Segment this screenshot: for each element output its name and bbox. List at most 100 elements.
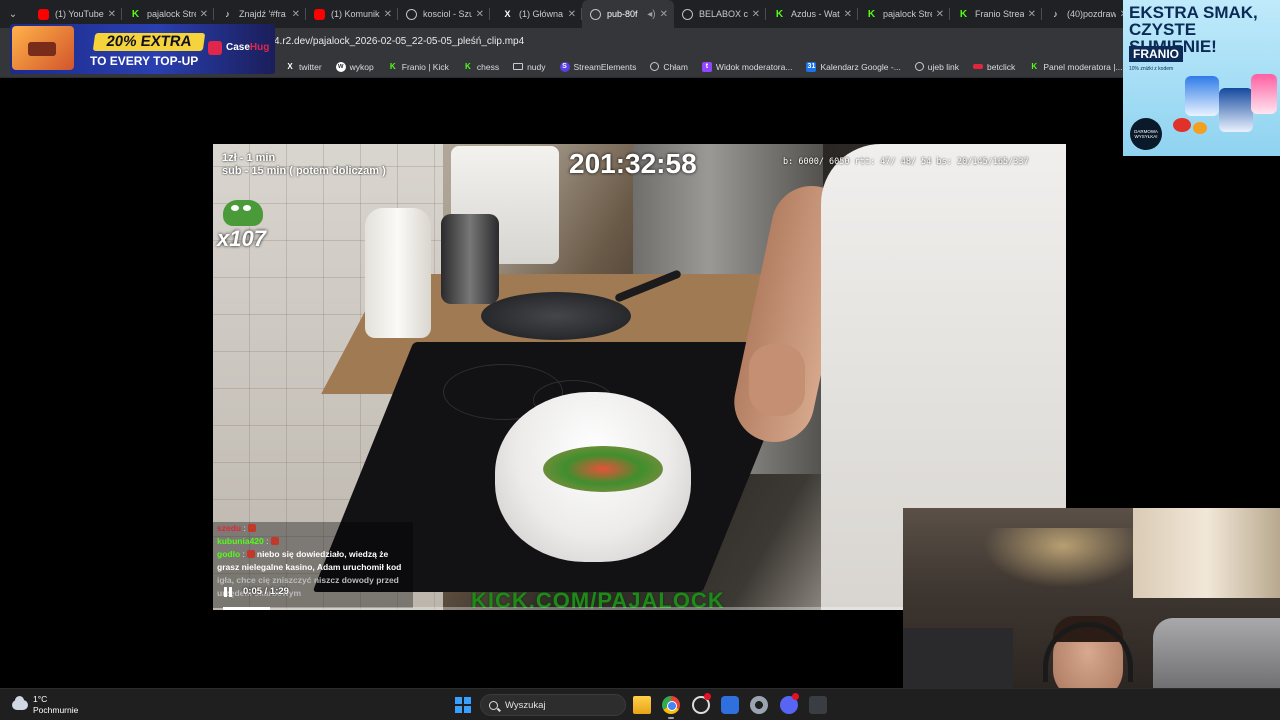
close-tab-icon[interactable]: ✕: [936, 9, 944, 20]
globe-icon: [682, 8, 693, 20]
bookmark-label: wykop: [349, 61, 374, 72]
folder-icon: [513, 63, 524, 70]
subathon-timer: 201:32:58: [569, 148, 697, 179]
casehug-ad-banner[interactable]: 20% EXTRA TO EVERY TOP-UP CaseHug: [10, 24, 275, 74]
chat-emote-icon: [246, 550, 255, 558]
weather-widget[interactable]: 1°C Pochmurnie: [12, 694, 78, 716]
tab-title: pajalock Stre: [147, 9, 196, 19]
tab-audio-icon[interactable]: ◂): [647, 9, 655, 20]
tab-title: (1) Komunik: [331, 9, 380, 19]
bookmark-item[interactable]: Xtwitter: [285, 61, 322, 72]
weather-temp: 1°C: [33, 694, 48, 704]
address-bar-url[interactable]: 4.r2.dev/pajalock_2026-02-05_22-05-05_pl…: [274, 36, 524, 47]
tab-title: BELABOX clo: [699, 9, 748, 19]
room-desk: [903, 628, 1013, 690]
close-tab-icon[interactable]: ✕: [476, 9, 484, 20]
fruit-image: [1173, 118, 1191, 132]
close-tab-icon[interactable]: ✕: [200, 9, 208, 20]
pause-icon[interactable]: [223, 586, 233, 597]
casehug-promo-text: 20% EXTRA: [92, 33, 206, 51]
windows-taskbar: 1°C Pochmurnie Wyszukaj: [0, 688, 1280, 720]
bookmark-item[interactable]: K Franio | Kick: [388, 62, 449, 72]
room-light: [983, 528, 1143, 588]
active-app-indicator: [668, 717, 674, 719]
bookmark-item[interactable]: Chłam: [650, 62, 688, 72]
frying-pan: [481, 292, 631, 340]
close-tab-icon[interactable]: ✕: [844, 9, 852, 20]
casehug-logo-icon: [208, 41, 222, 55]
google-icon: [406, 8, 417, 20]
bookmark-item[interactable]: S StreamElements: [559, 61, 637, 72]
rate-line-2: sub - 15 min ( potem doliczam ): [222, 165, 386, 177]
kick-icon: K: [389, 62, 396, 71]
browser-tab[interactable]: ♪(40)pozdraw✕: [1042, 0, 1134, 28]
taskbar-search[interactable]: Wyszukaj: [480, 694, 626, 716]
browser-tab[interactable]: K Azdus - Wat ✕: [766, 0, 858, 28]
bookmark-item[interactable]: w wykop: [335, 61, 374, 72]
snipping-tool-icon[interactable]: [721, 696, 739, 714]
browser-tab[interactable]: kosciol - Szu ✕: [398, 0, 490, 28]
tab-title: (1) Główna /: [519, 9, 564, 19]
subathon-rate-overlay: 1zł - 1 min sub - 15 min ( potem dolicza…: [222, 152, 386, 178]
bookmark-label: Widok moderatora...: [715, 61, 793, 72]
chat-separator: :: [241, 523, 246, 533]
close-tab-icon[interactable]: ✕: [660, 9, 668, 20]
bookmark-item[interactable]: betclick: [972, 62, 1015, 72]
browser-tab[interactable]: BELABOX clo ✕: [674, 0, 766, 28]
close-tab-icon[interactable]: ✕: [292, 9, 300, 20]
paper-towel-roll: [365, 208, 431, 338]
franio-ad-banner[interactable]: EKSTRA SMAK, CZYSTE SUMIENIE! FRANIO 10%…: [1123, 0, 1280, 156]
bookmark-label: Franio | Kick: [401, 61, 449, 72]
bookmark-item[interactable]: Kchess: [463, 62, 499, 72]
tab-title: (40)pozdraw: [1067, 9, 1116, 19]
kick-icon: K: [1031, 62, 1038, 71]
browser-tab[interactable]: K Franio Strea ✕: [950, 0, 1042, 28]
streamer-hand: [749, 344, 805, 416]
bookmark-label: twitter: [299, 61, 322, 72]
pepe-emote-icon: [223, 200, 263, 226]
bookmark-item[interactable]: nudy: [513, 61, 546, 72]
bookmark-item[interactable]: 31 Kalendarz Google -...: [806, 61, 901, 72]
close-tab-icon[interactable]: ✕: [108, 9, 116, 20]
bookmark-label: nudy: [527, 61, 546, 72]
globe-icon: [650, 62, 660, 71]
search-icon: [489, 700, 498, 710]
youtube-icon: [38, 8, 49, 20]
desktop-screen: ⌄ (1) YouTube ✕ Kpajalock Stre ✕ ♪ Znajdź '#f…: [0, 0, 1280, 720]
settings-gear-icon[interactable]: [750, 696, 768, 714]
browser-tab[interactable]: (1) Komunik ✕: [306, 0, 398, 28]
product-cup-image: [1185, 76, 1219, 116]
bookmark-item[interactable]: ujeb link: [914, 62, 959, 72]
browser-tab[interactable]: X (1) Główna / ✕: [490, 0, 582, 28]
close-tab-icon[interactable]: ✕: [752, 9, 760, 20]
chat-username: szedu: [217, 523, 242, 533]
product-cup-image: [1251, 74, 1277, 114]
twitch-icon: t: [701, 61, 712, 72]
casehug-logo-part1: Case: [226, 42, 250, 53]
bookmark-label: Chłam: [663, 61, 688, 72]
bookmark-label: StreamElements: [573, 61, 637, 72]
bookmark-item[interactable]: t Widok moderatora...: [701, 61, 793, 72]
tab-title: pub-80f: [607, 9, 638, 19]
tab-search-chevron-icon[interactable]: ⌄: [2, 3, 24, 25]
close-tab-icon[interactable]: ✕: [1028, 9, 1036, 20]
globe-icon: [914, 62, 924, 71]
chrome-icon[interactable]: [662, 696, 680, 714]
browser-tab[interactable]: Kpajalock Stre ✕: [858, 0, 950, 28]
file-explorer-icon[interactable]: [633, 696, 651, 714]
windows-start-icon[interactable]: [455, 697, 471, 713]
franio-brand-label: FRANIO: [1129, 46, 1183, 62]
bookmark-item[interactable]: K Panel moderatora |...: [1029, 62, 1122, 72]
chat-emote-icon: [247, 524, 256, 532]
chat-emote-icon: [270, 537, 279, 545]
browser-tab[interactable]: pub-80f ◂) ✕: [582, 0, 674, 28]
tab-title: Azdus - Wat: [791, 9, 840, 19]
chat-message: szedu :: [217, 522, 409, 535]
calculator-icon[interactable]: [809, 696, 827, 714]
fruit-image: [1193, 122, 1207, 134]
chat-separator: :: [263, 536, 269, 546]
close-tab-icon[interactable]: ✕: [568, 9, 576, 20]
chat-username: kubunia420: [217, 536, 264, 546]
close-tab-icon[interactable]: ✕: [384, 9, 392, 20]
bookmark-label: chess: [476, 61, 500, 72]
